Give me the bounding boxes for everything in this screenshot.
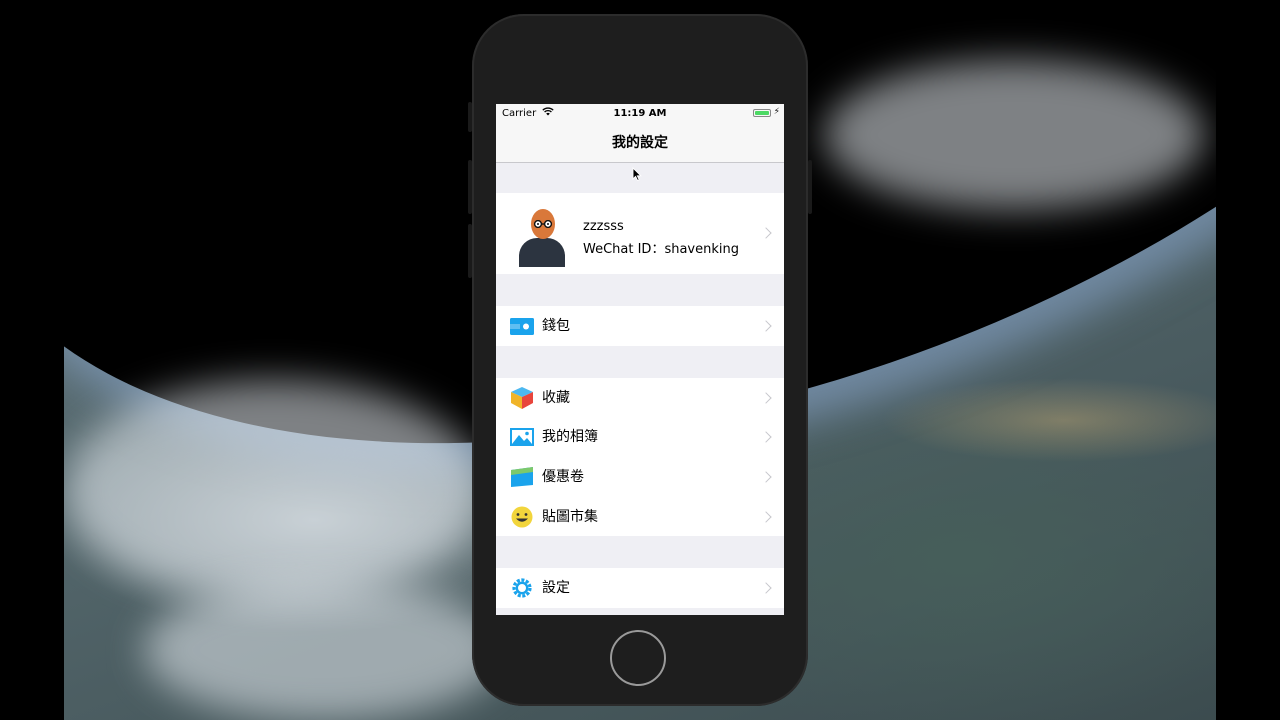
cloud-band (144, 580, 504, 720)
profile-name: zzzsss (583, 219, 624, 234)
iphone-device: Carrier 11:19 AM ⚡ 我的設定 zzzsss WeChat ID… (468, 14, 812, 706)
status-bar: Carrier 11:19 AM ⚡ (496, 104, 784, 124)
avatar (516, 207, 568, 267)
chevron-right-icon (760, 471, 772, 483)
chevron-right-icon (760, 431, 772, 444)
mouse-pointer-icon (632, 166, 642, 185)
volume-up-button (468, 160, 472, 214)
cube-icon (509, 386, 535, 409)
chevron-right-icon (760, 392, 772, 404)
home-button[interactable] (610, 630, 666, 686)
charging-icon: ⚡ (773, 107, 780, 117)
menu-item-wallet[interactable]: 錢包 (496, 306, 784, 346)
mute-switch (468, 102, 472, 132)
menu-item-label: 優惠卷 (542, 469, 584, 486)
profile-wechat-id: WeChat ID：shavenking (583, 242, 739, 257)
chevron-right-icon (760, 511, 772, 523)
gear-icon (509, 577, 535, 599)
menu-item-label: 設定 (542, 580, 570, 597)
chevron-right-icon (760, 582, 772, 595)
menu-item-label: 貼圖市集 (542, 508, 598, 525)
menu-item-sticker-market[interactable]: 貼圖市集 (496, 496, 784, 537)
card-icon (509, 466, 535, 488)
profile-row[interactable]: zzzsss WeChat ID：shavenking (496, 193, 784, 274)
photo-icon (509, 426, 535, 448)
chevron-right-icon (760, 320, 772, 332)
menu-item-label: 錢包 (542, 318, 570, 334)
menu-item-album[interactable]: 我的相簿 (496, 417, 784, 458)
wallet-icon (509, 315, 535, 337)
cloud-band (824, 60, 1204, 210)
menu-item-favorites[interactable]: 收藏 (496, 377, 784, 418)
menu-item-label: 收藏 (542, 389, 570, 406)
page-title: 我的設定 (496, 124, 784, 163)
battery-icon (753, 109, 771, 117)
power-button (808, 160, 812, 214)
cloud-band (64, 380, 484, 600)
menu-item-settings[interactable]: 設定 (496, 568, 784, 609)
menu-item-coupons[interactable]: 優惠卷 (496, 457, 784, 497)
menu-item-label: 我的相簿 (542, 429, 598, 446)
chevron-right-icon (760, 227, 772, 239)
clock: 11:19 AM (613, 108, 667, 119)
smiley-icon (509, 506, 535, 528)
volume-down-button (468, 224, 472, 278)
